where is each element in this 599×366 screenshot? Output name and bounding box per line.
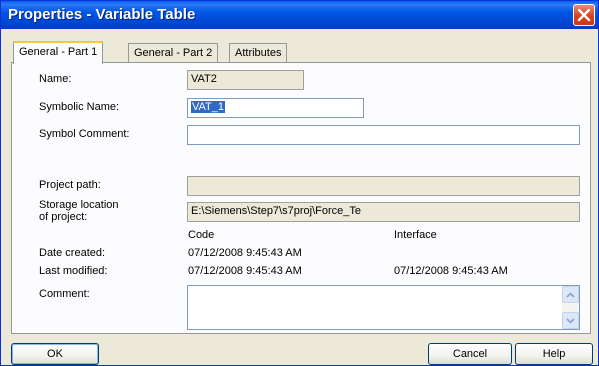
date-created-code: 07/12/2008 9:45:43 AM bbox=[188, 247, 302, 259]
name-field: VAT2 bbox=[187, 70, 304, 90]
scroll-up-arrow-icon bbox=[566, 291, 575, 298]
comment-scrollbar[interactable] bbox=[562, 286, 579, 329]
tab-strip: General - Part 1 General - Part 2 Attrib… bbox=[11, 41, 591, 64]
tab-general-part-2[interactable]: General - Part 2 bbox=[128, 43, 219, 63]
title-bar[interactable]: Properties - Variable Table bbox=[1, 1, 598, 29]
symbolic-name-label: Symbolic Name: bbox=[39, 101, 120, 113]
scroll-up-button[interactable] bbox=[562, 286, 579, 303]
close-button[interactable] bbox=[573, 4, 595, 26]
tab-general-part-1[interactable]: General - Part 1 bbox=[13, 41, 104, 64]
storage-location-label: Storage location of project: bbox=[39, 199, 119, 223]
symbolic-name-value: VAT_1 bbox=[191, 101, 225, 113]
symbol-comment-input[interactable] bbox=[187, 125, 580, 145]
cancel-button[interactable]: Cancel bbox=[428, 343, 512, 365]
scroll-down-button[interactable] bbox=[562, 312, 579, 329]
comment-label: Comment: bbox=[39, 288, 90, 300]
tab-attributes[interactable]: Attributes bbox=[229, 43, 288, 63]
ok-button[interactable]: OK bbox=[11, 343, 99, 365]
comment-textarea[interactable] bbox=[187, 285, 580, 330]
tab-panel: Name: VAT2 Symbolic Name: VAT_1 Symbol C… bbox=[11, 62, 591, 334]
storage-location-label-line2: of project: bbox=[39, 211, 88, 223]
last-modified-code: 07/12/2008 9:45:43 AM bbox=[188, 265, 302, 277]
window-title: Properties - Variable Table bbox=[8, 6, 196, 23]
name-label: Name: bbox=[39, 73, 72, 85]
symbol-comment-label: Symbol Comment: bbox=[39, 128, 130, 140]
scroll-down-arrow-icon bbox=[566, 317, 575, 324]
code-column-header: Code bbox=[188, 229, 215, 241]
interface-column-header: Interface bbox=[394, 229, 437, 241]
close-icon bbox=[577, 8, 591, 22]
properties-dialog: Properties - Variable Table General - Pa… bbox=[0, 0, 599, 366]
last-modified-interface: 07/12/2008 9:45:43 AM bbox=[394, 265, 508, 277]
help-button[interactable]: Help bbox=[515, 343, 593, 365]
storage-location-label-line1: Storage location bbox=[39, 199, 119, 211]
last-modified-label: Last modified: bbox=[39, 265, 108, 277]
storage-location-field: E:\Siemens\Step7\s7proj\Force_Te bbox=[187, 202, 580, 222]
project-path-field bbox=[187, 176, 580, 196]
symbolic-name-input[interactable]: VAT_1 bbox=[187, 98, 364, 118]
project-path-label: Project path: bbox=[39, 179, 101, 191]
date-created-label: Date created: bbox=[39, 247, 106, 259]
